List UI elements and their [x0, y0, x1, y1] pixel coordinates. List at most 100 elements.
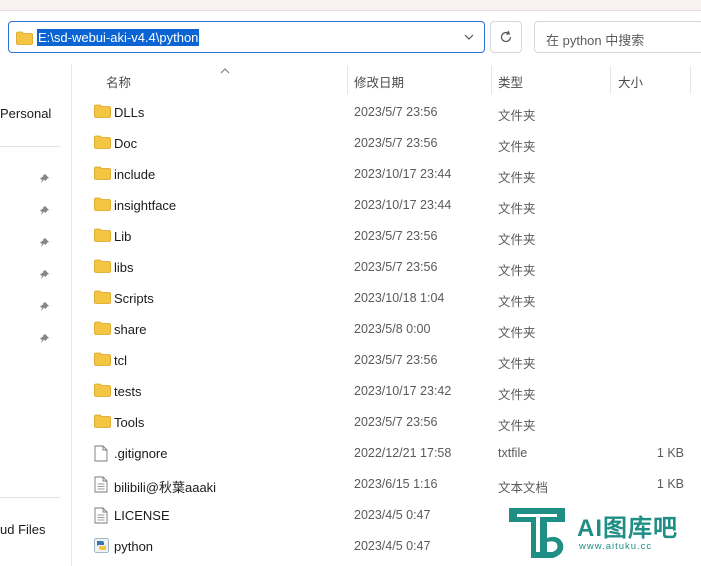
file-type: 文件夹 [498, 202, 536, 216]
column-header-size[interactable]: 大小 [618, 72, 643, 91]
folder-icon [94, 104, 111, 123]
file-row[interactable]: bilibili@秋葉aaaki 2023/6/15 1:16 文本文档 1 K… [72, 469, 701, 500]
watermark-title: AI图库吧 [577, 515, 678, 542]
column-divider[interactable] [491, 66, 492, 94]
column-divider[interactable] [347, 66, 348, 94]
file-date: 2023/5/7 23:56 [354, 136, 438, 150]
file-name: share [114, 322, 147, 337]
python-exe-icon [94, 538, 109, 558]
file-date: 2023/4/5 0:47 [354, 539, 431, 553]
folder-icon [94, 290, 111, 309]
column-divider[interactable] [610, 66, 611, 94]
file-name: DLLs [114, 105, 145, 120]
nav-divider [0, 497, 60, 498]
file-date: 2023/5/7 23:56 [354, 353, 438, 367]
search-placeholder: 在 python 中搜索 [546, 33, 645, 48]
watermark-logo-icon [509, 508, 565, 558]
file-type: 文件夹 [498, 109, 536, 123]
file-name: python [114, 539, 154, 554]
refresh-icon [500, 30, 512, 43]
file-row[interactable]: DLLs 2023/5/7 23:56 文件夹 [72, 97, 701, 128]
sort-ascending-icon [220, 61, 230, 79]
file-row[interactable]: libs 2023/5/7 23:56 文件夹 [72, 252, 701, 283]
folder-icon [94, 228, 111, 247]
pin-icon[interactable] [40, 300, 52, 318]
file-name: tcl [114, 353, 127, 368]
file-date: 2023/10/17 23:42 [354, 384, 452, 398]
file-row[interactable]: insightface 2023/10/17 23:44 文件夹 [72, 190, 701, 221]
file-date: 2023/5/7 23:56 [354, 260, 438, 274]
file-name: LICENSE [114, 508, 170, 523]
file-type: 文件夹 [498, 419, 536, 433]
folder-icon [94, 321, 111, 340]
file-name: include [114, 167, 156, 182]
file-row[interactable]: tcl 2023/5/7 23:56 文件夹 [72, 345, 701, 376]
file-row[interactable]: tests 2023/10/17 23:42 文件夹 [72, 376, 701, 407]
file-size: 1 KB [656, 477, 684, 491]
file-row[interactable]: include 2023/10/17 23:44 文件夹 [72, 159, 701, 190]
file-date: 2023/5/7 23:56 [354, 105, 438, 119]
nav-item-personal[interactable]: Personal [0, 106, 51, 121]
file-name: tests [114, 384, 142, 399]
file-date: 2023/10/18 1:04 [354, 291, 445, 305]
file-row[interactable]: Doc 2023/5/7 23:56 文件夹 [72, 128, 701, 159]
refresh-button[interactable] [490, 21, 522, 53]
file-name: Doc [114, 136, 138, 151]
file-name: Lib [114, 229, 132, 244]
column-divider[interactable] [690, 66, 691, 94]
watermark: AI图库吧 www.aituku.cc [503, 504, 701, 566]
column-header-date[interactable]: 修改日期 [354, 72, 404, 91]
file-type: 文件夹 [498, 388, 536, 402]
address-path[interactable]: E:\sd-webui-aki-v4.4\python [37, 29, 200, 46]
file-date: 2023/10/17 23:44 [354, 198, 452, 212]
folder-icon [16, 31, 33, 50]
text-file-icon [94, 507, 108, 529]
file-row[interactable]: Tools 2023/5/7 23:56 文件夹 [72, 407, 701, 438]
file-row[interactable]: share 2023/5/8 0:00 文件夹 [72, 314, 701, 345]
file-icon [94, 445, 108, 467]
file-type: 文件夹 [498, 171, 536, 185]
folder-icon [94, 352, 111, 371]
file-date: 2023/4/5 0:47 [354, 508, 431, 522]
file-date: 2022/12/21 17:58 [354, 446, 452, 460]
folder-icon [94, 259, 111, 278]
file-date: 2023/5/7 23:56 [354, 229, 438, 243]
file-name: .gitignore [114, 446, 168, 461]
file-type: 文件夹 [498, 233, 536, 247]
pin-icon[interactable] [40, 236, 52, 254]
file-type: 文件夹 [498, 140, 536, 154]
pin-icon[interactable] [40, 172, 52, 190]
pin-icon[interactable] [40, 332, 52, 350]
address-bar[interactable]: E:\sd-webui-aki-v4.4\python [8, 21, 485, 53]
pin-icon[interactable] [40, 204, 52, 222]
file-date: 2023/6/15 1:16 [354, 477, 438, 491]
file-type: 文本文档 [498, 481, 549, 495]
file-type: 文件夹 [498, 357, 536, 371]
watermark-url: www.aituku.cc [579, 541, 653, 552]
file-name: bilibili@秋葉aaaki [114, 480, 217, 495]
file-name: Scripts [114, 291, 154, 306]
chevron-down-icon[interactable] [463, 30, 475, 48]
file-type: 文件夹 [498, 326, 536, 340]
folder-icon [94, 197, 111, 216]
column-header-name[interactable]: 名称 [106, 72, 131, 91]
pin-icon[interactable] [40, 268, 52, 286]
column-header-type[interactable]: 类型 [498, 72, 523, 91]
file-type: 文件夹 [498, 264, 536, 278]
file-row[interactable]: Scripts 2023/10/18 1:04 文件夹 [72, 283, 701, 314]
file-name: insightface [114, 198, 177, 213]
file-name: libs [114, 260, 134, 275]
folder-icon [94, 166, 111, 185]
file-row[interactable]: Lib 2023/5/7 23:56 文件夹 [72, 221, 701, 252]
search-input[interactable]: 在 python 中搜索 [534, 21, 701, 53]
column-header-row: 名称 修改日期 类型 大小 [72, 64, 701, 94]
text-file-icon [94, 476, 108, 498]
file-row[interactable]: .gitignore 2022/12/21 17:58 txtfile 1 KB [72, 438, 701, 469]
folder-icon [94, 383, 111, 402]
nav-item-cloud-files[interactable]: ud Files [0, 522, 46, 537]
file-date: 2023/5/7 23:56 [354, 415, 438, 429]
file-date: 2023/10/17 23:44 [354, 167, 452, 181]
folder-icon [94, 414, 111, 433]
file-date: 2023/5/8 0:00 [354, 322, 431, 336]
file-type: 文件夹 [498, 295, 536, 309]
